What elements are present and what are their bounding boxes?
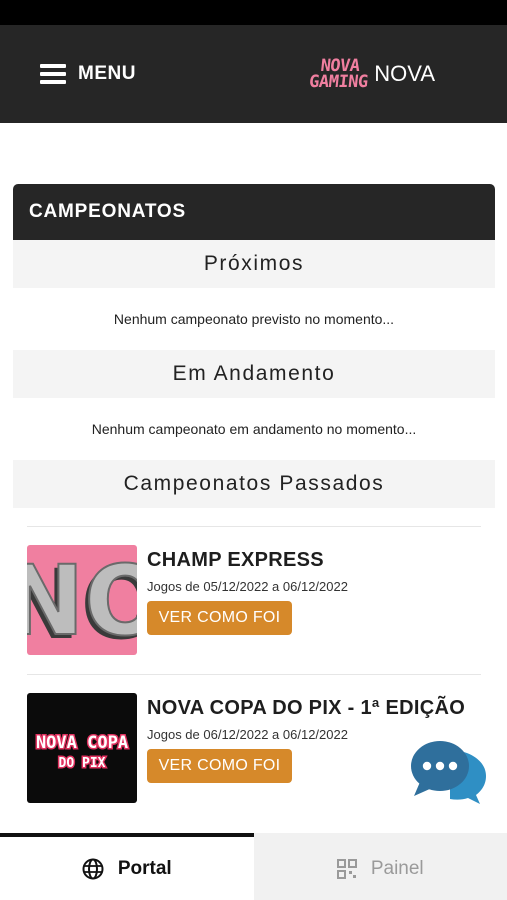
top-nav: MENU NOVA GAMING NOVA xyxy=(0,25,507,123)
menu-label: MENU xyxy=(78,63,136,84)
tab-painel[interactable]: Painel xyxy=(253,833,507,900)
thumb-line-1: NOVA COPA xyxy=(36,733,128,753)
menu-button[interactable]: MENU xyxy=(40,63,136,85)
status-bar xyxy=(0,0,507,25)
chat-bubbles-icon[interactable] xyxy=(410,736,490,806)
list-item: NO NO CHAMP EXPRESS Jogos de 05/12/2022 … xyxy=(27,526,481,674)
nova-copa-thumbnail[interactable]: NOVA COPA DO PIX xyxy=(27,693,137,803)
upcoming-empty-message: Nenhum campeonato previsto no momento... xyxy=(113,311,395,327)
champ-express-thumbnail[interactable]: NO NO xyxy=(27,545,137,655)
brand-logo[interactable]: NOVA GAMING NOVA xyxy=(307,56,435,92)
tab-painel-label: Painel xyxy=(370,857,424,879)
tab-portal-label: Portal xyxy=(117,857,172,879)
section-upcoming-title: Próximos xyxy=(13,240,495,288)
brand-name: NOVA xyxy=(374,61,435,86)
championship-title: CHAMP EXPRESS xyxy=(147,549,324,571)
view-results-button[interactable]: VER COMO FOI xyxy=(147,601,292,635)
championship-dates: Jogos de 05/12/2022 a 06/12/2022 xyxy=(147,579,348,594)
bottom-tab-bar: Portal Painel xyxy=(0,833,507,900)
thumb-text: NO xyxy=(27,545,137,655)
view-results-button[interactable]: VER COMO FOI xyxy=(147,749,292,783)
thumb-line-2: DO PIX xyxy=(59,756,106,771)
ongoing-empty-message: Nenhum campeonato em andamento no moment… xyxy=(91,421,417,437)
section-past-title: Campeonatos Passados xyxy=(13,460,495,508)
section-ongoing-title: Em Andamento xyxy=(13,350,495,398)
tab-portal[interactable]: Portal xyxy=(0,833,254,900)
championship-title: NOVA COPA DO PIX - 1ª EDIÇÃO xyxy=(147,697,466,719)
card-title: CAMPEONATOS xyxy=(13,184,495,240)
hamburger-icon xyxy=(40,64,66,84)
logo-line-2: GAMING xyxy=(307,72,369,92)
qr-grid-icon xyxy=(336,858,357,879)
logo-mark: NOVA GAMING xyxy=(307,56,370,92)
globe-icon xyxy=(82,858,104,879)
